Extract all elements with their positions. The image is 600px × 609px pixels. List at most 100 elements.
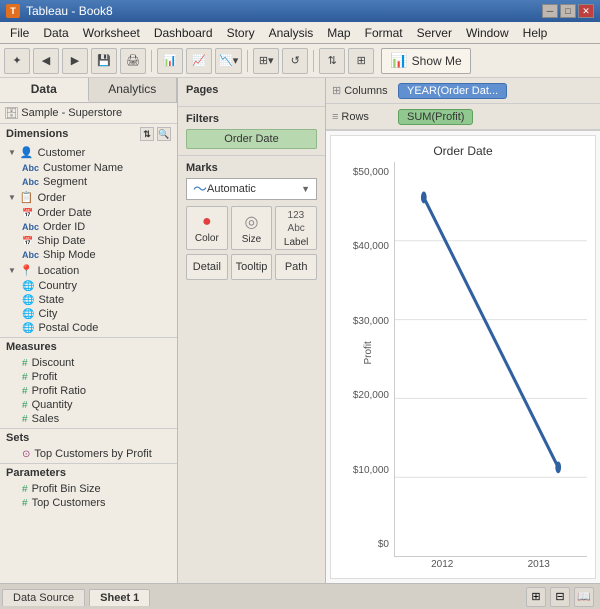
hash-icon-bin-size: # (22, 484, 28, 495)
field-group-order[interactable]: ▼ 📋 Order (0, 189, 177, 206)
tab-data[interactable]: Data (0, 78, 89, 102)
database-icon: 🗄 (4, 106, 19, 120)
marks-title: Marks (186, 162, 317, 174)
tab-data-source[interactable]: Data Source (2, 589, 85, 606)
chart-area: Order Date $50,000 $40,000 $30,000 $20,0… (330, 135, 596, 579)
marks-dropdown[interactable]: 〜 Automatic ▼ (186, 178, 317, 200)
toolbar-filter-btn[interactable]: ⊞▾ (253, 48, 279, 74)
new-story-icon[interactable]: 📖 (574, 587, 594, 607)
toolbar-chart-btn2[interactable]: 📈 (186, 48, 212, 74)
marks-detail-btn[interactable]: Detail (186, 254, 228, 280)
expand-customer-icon: ▼ (8, 148, 16, 157)
field-profit-ratio[interactable]: # Profit Ratio (0, 384, 177, 398)
field-customer-name[interactable]: Abc Customer Name (0, 161, 177, 175)
toolbar-sparkle-btn[interactable]: ✦ (4, 48, 30, 74)
field-label-order-id: Order ID (43, 221, 85, 233)
chart-svg (395, 162, 587, 556)
field-order-id[interactable]: Abc Order ID (0, 220, 177, 234)
marks-tooltip-btn[interactable]: Tooltip (231, 254, 273, 280)
params-section-label: Parameters (0, 463, 177, 482)
size-circle-icon: ◎ (245, 212, 259, 232)
field-group-location[interactable]: ▼ 📍 Location (0, 262, 177, 279)
menu-help[interactable]: Help (517, 24, 554, 42)
field-label-city: City (38, 308, 57, 320)
expand-order-icon: ▼ (8, 193, 16, 202)
toolbar-print-btn[interactable]: 🖨 (120, 48, 146, 74)
toolbar: ✦ ◀ ▶ 💾 🖨 📊 📈 📉▾ ⊞▾ ↺ ⇅ ⊞ 📊 Show Me (0, 44, 600, 78)
columns-label-text: Columns (344, 85, 387, 97)
toolbar-sort-btn[interactable]: ⇅ (319, 48, 345, 74)
marks-extra-buttons: Detail Tooltip Path (186, 254, 317, 280)
menu-file[interactable]: File (4, 24, 35, 42)
minimize-button[interactable]: ─ (542, 4, 558, 18)
menu-map[interactable]: Map (321, 24, 356, 42)
chart-plot-wrapper: Profit (394, 162, 587, 570)
marks-size-btn[interactable]: ◎ Size (231, 206, 273, 250)
columns-pill-text: YEAR(Order Dat... (407, 85, 498, 97)
y-value-4: $40,000 (353, 241, 389, 252)
marks-buttons: ● Color ◎ Size 123Abc Label (186, 206, 317, 250)
toolbar-group-btn[interactable]: ⊞ (348, 48, 374, 74)
menu-window[interactable]: Window (460, 24, 515, 42)
rows-pill[interactable]: SUM(Profit) (398, 109, 473, 125)
marks-path-btn[interactable]: Path (275, 254, 317, 280)
field-label-ship-mode: Ship Mode (43, 249, 96, 261)
menu-dashboard[interactable]: Dashboard (148, 24, 219, 42)
field-group-customer[interactable]: ▼ 👤 Customer (0, 144, 177, 161)
field-profit-bin-size[interactable]: # Profit Bin Size (0, 482, 177, 496)
field-label-customer-name: Customer Name (43, 162, 123, 174)
columns-shelf: ⊞ Columns YEAR(Order Dat... (326, 78, 600, 104)
maximize-button[interactable]: □ (560, 4, 576, 18)
tab-sheet1[interactable]: Sheet 1 (89, 589, 150, 606)
group-icon-location: 📍 (20, 264, 34, 277)
new-dashboard-icon[interactable]: ⊟ (550, 587, 570, 607)
tab-analytics[interactable]: Analytics (89, 78, 178, 102)
dim-sort-btn[interactable]: ⇅ (140, 127, 154, 141)
menu-story[interactable]: Story (221, 24, 261, 42)
new-sheet-icon[interactable]: ⊞ (526, 587, 546, 607)
menu-data[interactable]: Data (37, 24, 74, 42)
marks-color-btn[interactable]: ● Color (186, 206, 228, 250)
field-state[interactable]: 🌐 State (0, 293, 177, 307)
field-label-profit: Profit (32, 371, 58, 383)
field-top-customers-by-profit[interactable]: ⊙ Top Customers by Profit (0, 447, 177, 461)
field-order-date[interactable]: 📅 Order Date (0, 206, 177, 220)
field-country[interactable]: 🌐 Country (0, 279, 177, 293)
group-icon-order: 📋 (20, 191, 34, 204)
dim-search-btn[interactable]: 🔍 (157, 127, 171, 141)
chart-plot: Profit (394, 162, 587, 557)
measures-section-label: Measures (0, 337, 177, 356)
field-segment[interactable]: Abc Segment (0, 175, 177, 189)
field-city[interactable]: 🌐 City (0, 307, 177, 321)
field-discount[interactable]: # Discount (0, 356, 177, 370)
toolbar-back-btn[interactable]: ◀ (33, 48, 59, 74)
show-me-button[interactable]: 📊 Show Me (381, 48, 470, 74)
hash-icon-quantity: # (22, 400, 28, 411)
marks-label-btn[interactable]: 123Abc Label (275, 206, 317, 250)
field-postal-code[interactable]: 🌐 Postal Code (0, 321, 177, 335)
menu-format[interactable]: Format (359, 24, 409, 42)
field-profit[interactable]: # Profit (0, 370, 177, 384)
chart-title: Order Date (339, 144, 587, 158)
toolbar-save-btn[interactable]: 💾 (91, 48, 117, 74)
field-ship-date[interactable]: 📅 Ship Date (0, 234, 177, 248)
columns-pill[interactable]: YEAR(Order Dat... (398, 83, 507, 99)
toolbar-chart-btn3[interactable]: 📉▾ (215, 48, 242, 74)
field-sales[interactable]: # Sales (0, 412, 177, 426)
close-button[interactable]: ✕ (578, 4, 594, 18)
toolbar-refresh-btn[interactable]: ↺ (282, 48, 308, 74)
menu-analysis[interactable]: Analysis (263, 24, 320, 42)
search-bar: 🗄 Sample - Superstore (0, 103, 177, 124)
hash-icon-sales: # (22, 414, 28, 425)
field-label-quantity: Quantity (32, 399, 73, 411)
toolbar-sep-1 (151, 50, 152, 72)
menu-server[interactable]: Server (411, 24, 458, 42)
toolbar-chart-btn1[interactable]: 📊 (157, 48, 183, 74)
menu-worksheet[interactable]: Worksheet (77, 24, 146, 42)
filter-order-date[interactable]: Order Date (186, 129, 317, 149)
field-ship-mode[interactable]: Abc Ship Mode (0, 248, 177, 262)
field-quantity[interactable]: # Quantity (0, 398, 177, 412)
field-top-customers-param[interactable]: # Top Customers (0, 496, 177, 510)
geo-icon-postal: 🌐 (22, 323, 34, 334)
toolbar-forward-btn[interactable]: ▶ (62, 48, 88, 74)
